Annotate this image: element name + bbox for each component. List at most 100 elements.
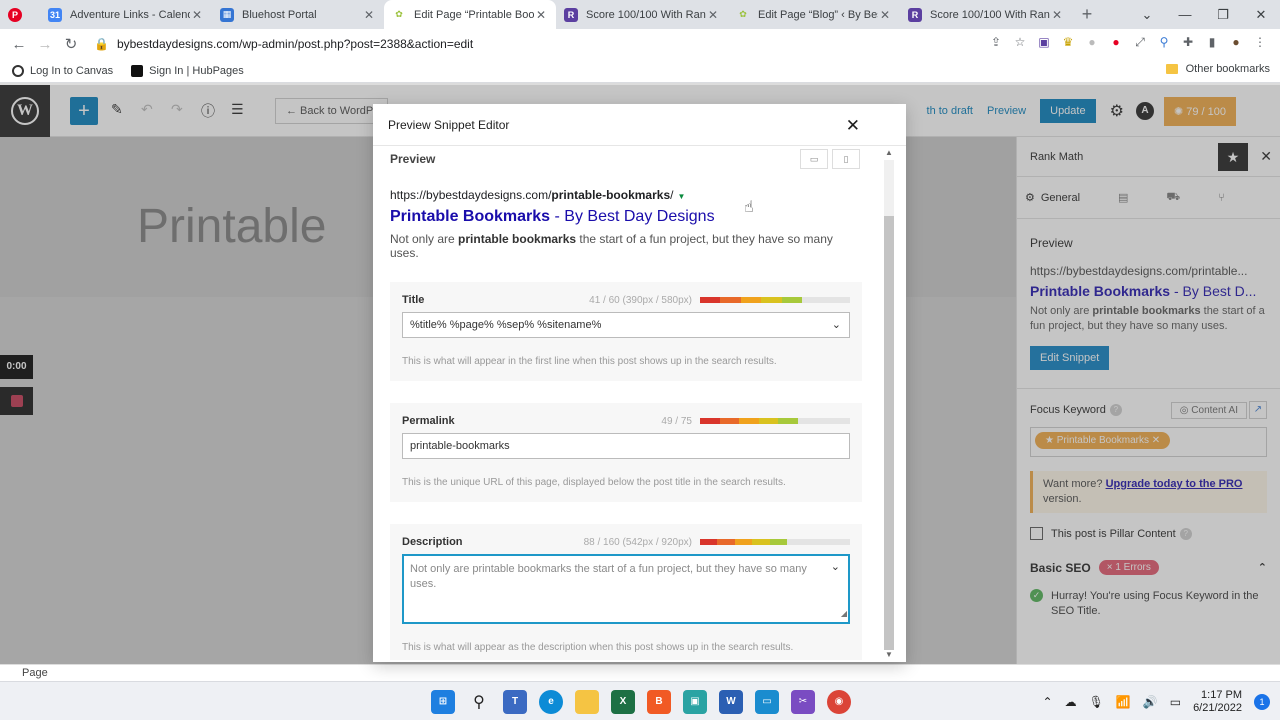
length-bar-segment [700, 539, 718, 545]
close-tab-icon[interactable]: ✕ [1050, 8, 1064, 22]
extension-icon[interactable]: ▣ [1032, 35, 1056, 53]
microphone-icon[interactable]: 🎙 [1089, 695, 1104, 709]
extension-icon[interactable]: ⤢ [1128, 35, 1152, 53]
breadcrumb[interactable]: Page [0, 664, 1280, 681]
chevron-up-icon[interactable]: ⌃ [1043, 695, 1053, 709]
brave-icon[interactable]: B [647, 689, 671, 714]
share-icon[interactable]: ⇪ [984, 35, 1008, 53]
puzzle-icon[interactable]: ✚ [1176, 35, 1200, 53]
maximize-icon[interactable]: ❐ [1204, 0, 1242, 29]
variables-dropdown-icon[interactable]: ⌄ [832, 313, 841, 337]
browser-tab-rankmath-2[interactable]: R Score 100/100 With Rank ✕ [900, 0, 1072, 29]
preview-label: Preview [390, 152, 436, 166]
modal-body: Preview ▭ ▯ https://bybestdaydesigns.com… [373, 146, 880, 660]
extensions: ⇪ ☆ ▣ ♛ ● ● ⤢ ⚲ ✚ ▮ ● ⋮ [984, 35, 1272, 53]
clock-time: 1:17 PM [1201, 688, 1242, 701]
window-close-icon[interactable]: ✕ [1242, 0, 1280, 29]
other-bookmarks[interactable]: Other bookmarks [1165, 63, 1270, 75]
cloud-icon[interactable]: ☁ [1065, 695, 1077, 709]
forward-icon[interactable]: → [32, 36, 58, 53]
wifi-icon[interactable]: 📶 [1116, 695, 1131, 709]
back-icon[interactable]: ← [6, 36, 32, 53]
modal-title: Preview Snippet Editor [388, 117, 510, 132]
avatar[interactable]: ● [1224, 35, 1248, 53]
browser-tab-edit-blog[interactable]: ✿ Edit Page “Blog” ‹ By Best ✕ [728, 0, 900, 29]
new-tab-button[interactable]: + [1072, 0, 1102, 29]
serp-title-rest: - By Best Day Designs [550, 208, 715, 225]
description-label: Description [402, 536, 463, 548]
extension-icon[interactable]: ⚲ [1152, 35, 1176, 53]
url-field[interactable]: 🔒 bybestdaydesigns.com/wp-admin/post.php?… [94, 37, 924, 51]
close-icon[interactable]: ✕ [846, 116, 860, 136]
browser-tab-bluehost[interactable]: ▦ Bluehost Portal ✕ [212, 0, 384, 29]
length-bar-segment [781, 297, 802, 303]
description-textarea-value: Not only are printable bookmarks the sta… [410, 563, 807, 590]
battery-icon[interactable]: ▭ [1170, 695, 1181, 709]
scroll-down-icon[interactable]: ▼ [885, 650, 893, 659]
close-tab-icon[interactable]: ✕ [878, 8, 892, 22]
modal-scrollbar[interactable]: ▲ ▼ [880, 146, 906, 660]
length-bar-segment [769, 539, 787, 545]
extension-icon[interactable]: ♛ [1056, 35, 1080, 53]
reload-icon[interactable]: ↻ [58, 35, 84, 53]
pinterest-icon[interactable]: ● [1104, 35, 1128, 53]
description-length-counter: 88 / 160 (542px / 920px) [583, 536, 692, 548]
edge-icon[interactable]: e [539, 689, 563, 714]
rankmath-icon: R [564, 7, 578, 22]
excel-icon[interactable]: X [611, 689, 635, 714]
device-toggle: ▭ ▯ [796, 149, 860, 169]
app-icon[interactable]: ▭ [755, 689, 779, 714]
tab-title: Score 100/100 With Rank [586, 8, 706, 21]
word-icon[interactable]: W [719, 689, 743, 714]
title-input[interactable]: %title% %page% %sep% %sitename% ⌄ [402, 312, 850, 338]
menu-icon[interactable]: ⋮ [1248, 35, 1272, 53]
close-tab-icon[interactable]: ✕ [706, 8, 720, 22]
clock[interactable]: 1:17 PM 6/21/2022 [1193, 689, 1242, 715]
snipping-tool-icon[interactable]: ✂ [791, 689, 815, 714]
bookmark-label: Log In to Canvas [30, 64, 114, 77]
browser-tab-pinterest[interactable]: P [0, 0, 40, 29]
app-icon[interactable]: ▣ [683, 689, 707, 714]
resize-handle[interactable]: ◢ [841, 606, 847, 621]
extension-icon[interactable]: ● [1080, 35, 1104, 53]
serp-url-slug: printable-bookmarks [551, 188, 671, 202]
minimize-icon[interactable]: — [1166, 0, 1204, 29]
calendar-icon: 31 [48, 7, 62, 22]
lock-icon: 🔒 [94, 37, 109, 51]
sidepanel-icon[interactable]: ▮ [1200, 35, 1224, 53]
browser-tab-edit-page[interactable]: ✿ Edit Page “Printable Book ✕ [384, 0, 556, 29]
file-explorer-icon[interactable] [575, 689, 599, 714]
chrome-icon[interactable]: ◉ [827, 689, 851, 714]
length-bar-segment [700, 418, 720, 424]
permalink-input[interactable]: printable-bookmarks [402, 433, 850, 459]
browser-tab-rankmath[interactable]: R Score 100/100 With Rank ✕ [556, 0, 728, 29]
close-tab-icon[interactable]: ✕ [362, 8, 376, 22]
teams-icon[interactable]: T [503, 689, 527, 714]
preview-header: Preview ▭ ▯ [390, 148, 863, 170]
notification-badge[interactable]: 1 [1254, 693, 1270, 710]
description-field-header: Description 88 / 160 (542px / 920px) [402, 536, 850, 548]
site-icon: ✿ [395, 9, 403, 19]
tab-title: Bluehost Portal [242, 8, 317, 21]
close-tab-icon[interactable]: ✕ [190, 8, 204, 22]
length-bar-segment [761, 297, 782, 303]
browser-tab-calendar[interactable]: 31 Adventure Links - Calenda ✕ [40, 0, 212, 29]
window-controls: ⌄ — ❐ ✕ [1128, 0, 1280, 29]
variables-dropdown-icon[interactable]: ⌄ [831, 560, 840, 575]
site-icon: ✿ [739, 9, 747, 19]
close-tab-icon[interactable]: ✕ [534, 8, 548, 22]
search-icon[interactable]: ⚲ [467, 690, 491, 714]
volume-icon[interactable]: 🔊 [1143, 695, 1158, 709]
bookmark-hubpages[interactable]: Sign In | HubPages [131, 64, 244, 77]
description-textarea[interactable]: Not only are printable bookmarks the sta… [402, 554, 850, 624]
scroll-thumb[interactable] [884, 216, 894, 650]
star-icon[interactable]: ☆ [1008, 35, 1032, 53]
scroll-up-icon[interactable]: ▲ [885, 148, 893, 157]
windows-start-icon[interactable]: ⊞ [431, 689, 455, 714]
preview-snippet-editor-modal: Preview Snippet Editor ✕ Preview ▭ ▯ htt… [373, 104, 906, 662]
desktop-icon[interactable]: ▭ [800, 149, 828, 169]
tab-search-icon[interactable]: ⌄ [1128, 0, 1166, 29]
bookmark-canvas[interactable]: Log In to Canvas [12, 64, 114, 77]
mobile-icon[interactable]: ▯ [832, 149, 860, 169]
length-bar-segment [700, 297, 721, 303]
